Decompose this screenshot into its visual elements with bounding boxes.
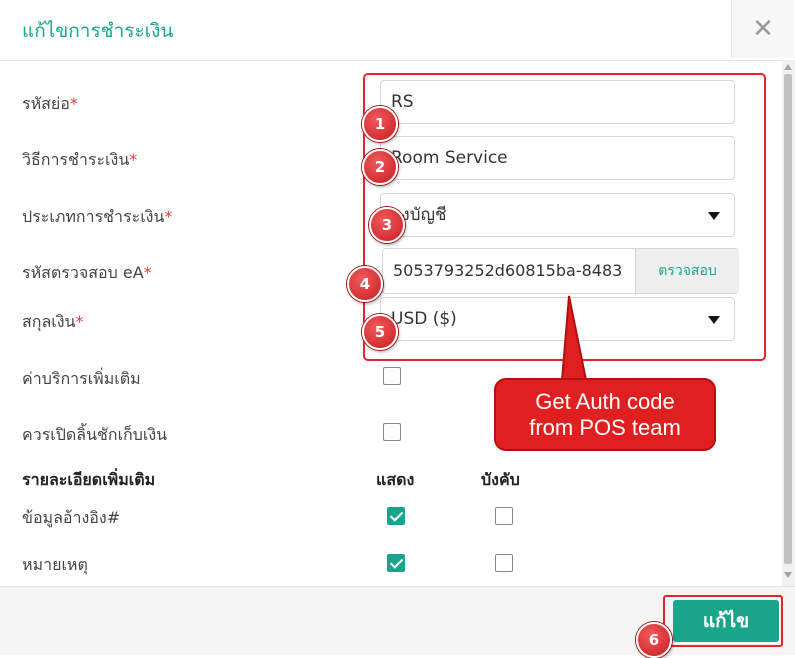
step-badge-5: 5 [362,314,398,350]
payment-method-label: วิธีการชำระเงิน* [22,148,137,173]
details-heading: รายละเอียดเพิ่มเติม [22,470,156,489]
close-icon[interactable]: ✕ [752,14,774,44]
currency-label: สกุลเงิน* [22,310,83,335]
extra-service-checkbox[interactable] [383,367,401,385]
payment-type-label-text: ประเภทการชำระเงิน [22,207,165,226]
required-mark: * [129,150,138,169]
currency-label-text: สกุลเงิน [22,312,76,331]
callout-line-1: Get Auth code [535,389,675,414]
scroll-down-arrow-icon[interactable] [784,572,792,578]
open-drawer-checkbox[interactable] [383,423,401,441]
reference-required-checkbox[interactable] [495,507,513,525]
required-mark: * [75,312,84,331]
step-badge-1: 1 [362,106,398,142]
auth-code-label: รหัสตรวจสอบ eA* [22,261,152,286]
short-code-label-text: รหัสย่อ [22,94,70,113]
highlight-frame [363,73,766,361]
auth-code-label-text: รหัสตรวจสอบ eA [22,263,144,282]
scroll-thumb[interactable] [784,74,792,564]
show-column-header: แสดง [376,470,415,489]
required-mark: * [69,94,78,113]
payment-method-label-text: วิธีการชำระเงิน [22,150,130,169]
required-mark: * [164,207,173,226]
step-badge-6: 6 [636,622,672,658]
step-badge-3: 3 [369,207,405,243]
scrollbar[interactable] [782,60,795,586]
extra-service-label: ค่าบริการเพิ่มเติม [22,369,141,388]
scroll-up-arrow-icon[interactable] [784,64,792,70]
required-mark: * [143,263,152,282]
short-code-label: รหัสย่อ* [22,92,78,117]
callout-line-2: from POS team [529,415,681,440]
note-label: หมายเหตุ [22,555,88,574]
note-show-checkbox[interactable] [387,554,405,572]
reference-show-checkbox[interactable] [387,507,405,525]
step-badge-4: 4 [347,266,383,302]
modal-title: แก้ไขการชำระเงิน [22,20,174,42]
save-button[interactable]: แก้ไข [673,600,779,642]
note-required-checkbox[interactable] [495,554,513,572]
annotation-callout: Get Auth code from POS team [494,378,716,451]
close-button[interactable]: ✕ [731,0,794,58]
payment-type-label: ประเภทการชำระเงิน* [22,205,172,230]
step-badge-2: 2 [362,149,398,185]
open-drawer-label: ควรเปิดลิ้นชักเก็บเงิน [22,425,168,444]
required-column-header: บังคับ [481,470,520,489]
reference-label: ข้อมูลอ้างอิง# [22,508,121,527]
modal-header: แก้ไขการชำระเงิน ✕ [0,0,795,61]
